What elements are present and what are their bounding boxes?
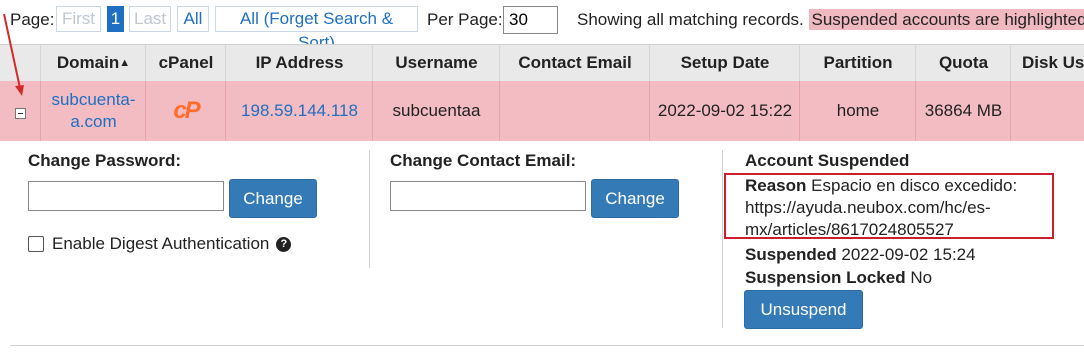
change-email-button[interactable]: Change	[591, 179, 679, 218]
column-cpanel: cPanel	[145, 45, 226, 81]
column-contact-email[interactable]: Contact Email	[499, 45, 650, 81]
domain-cell: subcuenta-a.com	[40, 81, 146, 141]
column-ip-address[interactable]: IP Address	[225, 45, 373, 81]
change-email-label: Change Contact Email:	[390, 151, 577, 170]
last-page-button[interactable]: Last	[129, 6, 171, 32]
table-row: subcuenta-a.com cP 198.59.144.118 subcue…	[0, 81, 1084, 141]
all-forget-search-button[interactable]: All (Forget Search & Sort)	[215, 6, 418, 52]
column-divider	[369, 150, 370, 268]
column-domain[interactable]: Domain▲	[40, 45, 146, 81]
partition-cell: home	[799, 81, 916, 141]
per-page-label: Per Page:	[427, 10, 503, 29]
cpanel-logo-icon[interactable]: cP	[173, 97, 200, 125]
password-input[interactable]	[28, 181, 224, 211]
help-icon[interactable]: ?	[276, 236, 292, 252]
domain-link[interactable]: subcuenta-a.com	[51, 89, 135, 133]
sort-ascending-icon: ▲	[119, 57, 131, 69]
digest-auth-row: Enable Digest Authentication ?	[28, 234, 292, 254]
records-status: Showing all matching records. Suspended …	[577, 9, 1084, 30]
suspended-date-row: Suspended 2022-09-02 15:24	[745, 245, 976, 265]
ip-cell: 198.59.144.118	[225, 81, 373, 141]
contact-email-cell	[499, 81, 650, 141]
first-page-button[interactable]: First	[56, 6, 101, 32]
column-disk-usage[interactable]: Disk Us	[1010, 45, 1084, 81]
annotation-arrow-icon	[3, 13, 24, 96]
change-password-label: Change Password:	[28, 151, 182, 170]
suspended-note: Suspended accounts are highlighted	[808, 9, 1084, 30]
per-page-input[interactable]	[503, 6, 558, 34]
change-password-button[interactable]: Change	[229, 179, 317, 218]
suspension-locked-row: Suspension Locked No	[745, 268, 932, 288]
column-quota[interactable]: Quota	[915, 45, 1011, 81]
all-pages-button[interactable]: All	[177, 6, 209, 32]
suspended-label: Suspended	[745, 245, 837, 264]
suspension-locked-value: No	[910, 268, 933, 287]
showing-records-text: Showing all matching records.	[577, 10, 804, 29]
setup-date-cell: 2022-09-02 15:22	[649, 81, 800, 141]
panel-bottom-border	[10, 345, 1084, 346]
column-username[interactable]: Username	[372, 45, 500, 81]
page-1-button[interactable]: 1	[107, 6, 124, 32]
column-divider	[722, 150, 723, 328]
cpanel-cell: cP	[145, 81, 226, 141]
reason-highlight-box	[724, 173, 1054, 239]
contact-email-input[interactable]	[390, 181, 586, 211]
digest-auth-label[interactable]: Enable Digest Authentication	[52, 234, 269, 254]
suspension-locked-label: Suspension Locked	[745, 268, 906, 287]
username-cell: subcuentaa	[372, 81, 500, 141]
suspended-date: 2022-09-02 15:24	[841, 245, 976, 264]
column-partition[interactable]: Partition	[799, 45, 916, 81]
quota-cell: 36864 MB	[915, 81, 1011, 141]
disk-usage-cell	[1010, 81, 1084, 141]
account-suspended-title: Account Suspended	[745, 151, 910, 170]
digest-auth-checkbox[interactable]	[28, 236, 44, 252]
column-setup-date[interactable]: Setup Date	[649, 45, 800, 81]
unsuspend-button[interactable]: Unsuspend	[744, 290, 863, 329]
ip-address-link[interactable]: 198.59.144.118	[241, 101, 358, 121]
table-header: Domain▲ cPanel IP Address Username Conta…	[0, 44, 1084, 82]
